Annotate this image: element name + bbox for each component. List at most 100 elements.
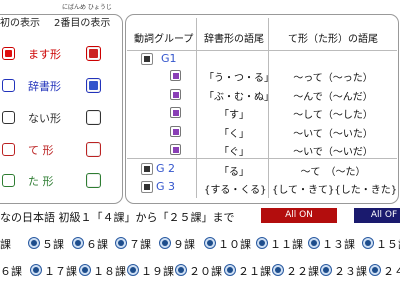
lesson-label: ２３課 <box>334 265 367 278</box>
form-label: ない形 <box>28 112 61 125</box>
first-display-toggle[interactable] <box>2 143 15 156</box>
lesson-label: ９課 <box>173 238 195 251</box>
ending-checkbox[interactable] <box>170 107 181 118</box>
g3-checkbox[interactable] <box>141 181 153 193</box>
g2-checkbox[interactable] <box>141 163 153 175</box>
checkbox-fill <box>172 146 179 153</box>
group-divider <box>127 158 397 159</box>
te-ending-header: て形（た形）の語尾 <box>288 34 378 45</box>
lesson-radio[interactable] <box>159 237 171 249</box>
dictionary-ending: 「う・つ・る」 <box>204 73 274 84</box>
lesson-label: １３課 <box>322 238 355 251</box>
first-display-toggle[interactable] <box>2 174 15 187</box>
lesson-radio[interactable] <box>127 264 139 276</box>
form-label: ます形 <box>28 48 61 61</box>
ending-checkbox[interactable] <box>170 144 181 155</box>
toggle-fill <box>89 113 98 122</box>
checkbox-fill <box>172 109 179 116</box>
lesson-radio[interactable] <box>30 264 42 276</box>
lesson-label: １０課 <box>218 238 251 251</box>
lesson-label: １５課 <box>376 238 400 251</box>
second-display-toggle[interactable] <box>86 110 101 125</box>
toggle-fill <box>89 145 98 154</box>
lesson-range-caption: なの日本語 初級１「４課」から「２５課」まで <box>0 211 235 224</box>
second-display-toggle[interactable] <box>86 46 101 61</box>
radio-dot <box>311 240 317 246</box>
lesson-radio[interactable] <box>369 264 381 276</box>
lesson-radio[interactable] <box>175 264 187 276</box>
toggle-fill <box>89 81 98 90</box>
second-display-toggle[interactable] <box>86 173 101 188</box>
dictionary-ending: {する・くる} <box>204 185 267 196</box>
lesson-label: ２４課 <box>383 265 400 278</box>
radio-dot <box>207 240 213 246</box>
lesson-label: ６課 <box>0 265 22 278</box>
first-display-toggle[interactable] <box>2 111 15 124</box>
te-ending: 〜んで（〜んだ） <box>293 92 373 103</box>
lesson-label: １８課 <box>93 265 126 278</box>
lesson-radio[interactable] <box>204 237 216 249</box>
ending-checkbox[interactable] <box>170 70 181 81</box>
lesson-radio[interactable] <box>272 264 284 276</box>
form-label: 辞書形 <box>28 80 61 93</box>
first-display-toggle[interactable] <box>2 47 15 60</box>
column-divider <box>268 18 269 198</box>
first-display-header: 初の表示 <box>0 18 40 29</box>
dictionary-ending: 「ぐ」 <box>219 147 249 158</box>
toggle-fill <box>5 177 12 184</box>
all-on-button[interactable]: All ON <box>261 208 337 223</box>
g2-label: G 2 <box>156 162 176 175</box>
radio-dot <box>275 267 281 273</box>
lesson-label: １９課 <box>141 265 174 278</box>
ending-checkbox[interactable] <box>170 126 181 137</box>
lesson-label: ２２課 <box>286 265 319 278</box>
lesson-radio[interactable] <box>308 237 320 249</box>
lesson-radio[interactable] <box>320 264 332 276</box>
lesson-radio[interactable] <box>72 237 84 249</box>
te-ending: 〜して（〜した） <box>293 110 373 121</box>
checkbox-fill <box>172 128 179 135</box>
radio-dot <box>323 267 329 273</box>
column-divider <box>196 18 197 198</box>
te-ending: 〜って（〜った） <box>293 73 373 84</box>
dictionary-ending: 「る」 <box>219 167 249 178</box>
lesson-radio[interactable] <box>115 237 127 249</box>
second-display-toggle[interactable] <box>86 78 101 93</box>
display-settings-panel <box>0 14 123 204</box>
lesson-label: ２１課 <box>238 265 271 278</box>
lesson-label: ６課 <box>86 238 108 251</box>
radio-dot <box>118 240 124 246</box>
lesson-radio[interactable] <box>79 264 91 276</box>
form-label: て 形 <box>28 144 54 157</box>
radio-dot <box>82 267 88 273</box>
radio-dot <box>75 240 81 246</box>
checkbox-fill <box>172 72 179 79</box>
radio-dot <box>178 267 184 273</box>
lesson-radio[interactable] <box>28 237 40 249</box>
lesson-radio[interactable] <box>256 237 268 249</box>
radio-dot <box>162 240 168 246</box>
radio-dot <box>130 267 136 273</box>
first-display-toggle[interactable] <box>2 79 15 92</box>
header-ruby: にばんめ ひょうじ <box>62 4 112 11</box>
dictionary-ending: 「く」 <box>219 129 249 140</box>
toggle-fill <box>5 82 12 89</box>
radio-dot <box>372 267 378 273</box>
radio-dot <box>365 240 371 246</box>
te-ending: {して・きて}{した・きた} <box>272 185 398 196</box>
radio-dot <box>227 267 233 273</box>
te-ending: 〜て （〜た） <box>300 167 366 178</box>
ending-checkbox[interactable] <box>170 89 181 100</box>
dictionary-ending: 「す」 <box>219 110 249 121</box>
lesson-radio[interactable] <box>362 237 374 249</box>
checkbox-fill <box>172 91 179 98</box>
second-display-toggle[interactable] <box>86 142 101 157</box>
lesson-label: １７課 <box>44 265 77 278</box>
radio-dot <box>259 240 265 246</box>
lesson-label: ５課 <box>42 238 64 251</box>
g1-checkbox[interactable] <box>141 53 153 65</box>
all-off-button[interactable]: All OF <box>354 208 400 223</box>
lesson-label: 課 <box>0 238 11 251</box>
dictionary-ending: 「ぶ・む・ぬ」 <box>204 92 274 103</box>
lesson-radio[interactable] <box>224 264 236 276</box>
